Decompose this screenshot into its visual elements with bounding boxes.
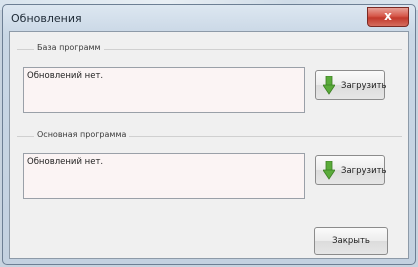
dialog-client-area: База программ Обновлений нет. Загрузить … bbox=[9, 31, 409, 259]
program-base-download-button[interactable]: Загрузить bbox=[315, 70, 387, 100]
updates-dialog: Обновления x База программ Обновлений не… bbox=[2, 4, 416, 265]
group-label-program-base: База программ bbox=[34, 43, 104, 52]
window-title: Обновления bbox=[11, 12, 82, 25]
download-arrow-icon bbox=[323, 161, 335, 180]
close-icon: x bbox=[384, 9, 392, 23]
main-program-download-button[interactable]: Загрузить bbox=[315, 155, 387, 185]
window-close-button[interactable]: x bbox=[367, 7, 409, 27]
download-button-label: Загрузить bbox=[341, 81, 387, 91]
program-base-status-text[interactable]: Обновлений нет. bbox=[23, 67, 305, 113]
download-button-label: Загрузить bbox=[341, 166, 387, 176]
download-arrow-icon bbox=[323, 76, 335, 95]
group-label-main-program: Основная программа bbox=[34, 130, 130, 139]
main-program-status-text[interactable]: Обновлений нет. bbox=[23, 153, 305, 199]
close-dialog-button[interactable]: Закрыть bbox=[314, 227, 388, 255]
